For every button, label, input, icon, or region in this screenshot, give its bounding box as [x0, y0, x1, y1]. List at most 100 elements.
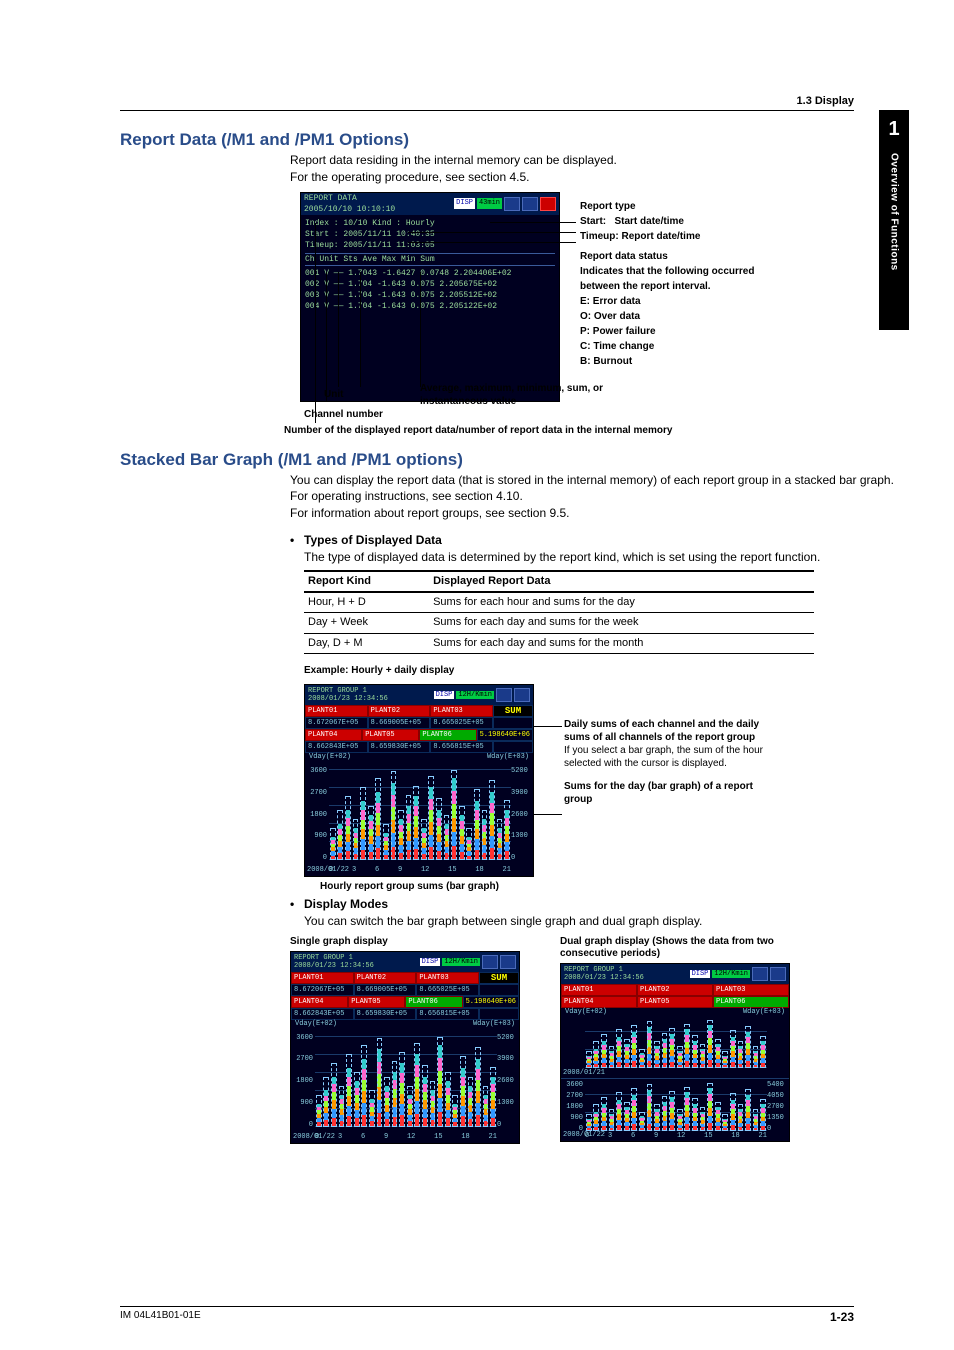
- footer-page-num: 1-23: [830, 1310, 854, 1324]
- ylabel-right: Wday(E+03): [487, 753, 529, 761]
- footer-doc-id: IM 04L41B01-01E: [120, 1310, 201, 1324]
- rpt-row-3: 003 V —— 1.704 -1.643 0.075 2.205512E+02: [305, 290, 555, 301]
- callout-report-type: Report type: [580, 200, 754, 214]
- callout-avg: Average, maximum, minimum, sum, or insta…: [420, 382, 650, 408]
- chapter-number: 1: [879, 118, 909, 141]
- yticks-left: 3600270018009000: [307, 767, 327, 862]
- rpt-row-2: 002 V —— 1.704 -1.643 0.075 2.205675E+02: [305, 279, 555, 290]
- th-kind: Report Kind: [304, 571, 429, 592]
- plant-val-3: 8.665025E+05: [430, 717, 493, 729]
- bullet-types-title: Types of Displayed Data: [304, 532, 442, 549]
- sec1-p2: For the operating procedure, see section…: [290, 169, 894, 186]
- rpt-icon-2: [522, 197, 538, 211]
- callout-b: B: Burnout: [580, 355, 754, 369]
- plant-val-6: 8.656815E+05: [430, 741, 493, 753]
- callout-o: O: Over data: [580, 310, 754, 324]
- callout-status-desc2: between the report interval.: [580, 280, 754, 294]
- ex-disp: DISP: [434, 691, 455, 699]
- plant-val-2: 8.669005E+05: [368, 717, 431, 729]
- sec2-p2: For operating instructions, see section …: [290, 488, 894, 505]
- plant-hdr-2: PLANT02: [368, 705, 431, 717]
- header-rule: [120, 110, 854, 111]
- rpt-disp-btn: DISP: [454, 198, 475, 209]
- plant-hdr-4: PLANT04: [305, 729, 362, 741]
- callout-start-v: Start date/time: [614, 216, 683, 227]
- ex-icon-2: [514, 688, 530, 702]
- plant-val-4: 8.662843E+05: [305, 741, 368, 753]
- plant-hdr-5: PLANT05: [362, 729, 419, 741]
- rpt-title-line1: REPORT DATA: [304, 193, 395, 204]
- sec1-p1: Report data residing in the internal mem…: [290, 152, 894, 169]
- note1-text: If you select a bar graph, the sum of th…: [564, 745, 763, 769]
- yticks-right: 52003900260013000: [511, 767, 531, 862]
- chapter-label: Overview of Functions: [889, 153, 900, 271]
- td-r2a: Day + Week: [304, 613, 429, 633]
- td-r3b: Sums for each day and sums for the month: [429, 633, 814, 653]
- callout-channel: Channel number: [304, 408, 383, 421]
- plant-hdr-3: PLANT03: [430, 705, 493, 717]
- example-screenshot: REPORT GROUP 1 2008/01/23 12:34:56 DISP …: [304, 684, 534, 877]
- report-kind-table: Report KindDisplayed Report Data Hour, H…: [304, 570, 814, 655]
- example-caption: Example: Hourly + daily display: [304, 664, 894, 678]
- ex-title2: 2008/01/23 12:34:56: [308, 695, 388, 703]
- section-report-data-title: Report Data (/M1 and /PM1 Options): [120, 130, 894, 150]
- rpt-table-header: Ch Unit Sts Ave Max Min Sum: [305, 253, 555, 266]
- sec2-p3: For information about report groups, see…: [290, 505, 894, 522]
- ylabel-left: Vday(E+02): [309, 753, 351, 761]
- page-footer: IM 04L41B01-01E 1-23: [120, 1306, 854, 1324]
- plant-sum-val: 5.198640E+06: [477, 729, 533, 741]
- plant-sum-hdr: SUM: [493, 705, 533, 717]
- single-caption: Single graph display: [290, 936, 530, 948]
- rpt-icon-3: [540, 197, 556, 211]
- example-below-caption: Hourly report group sums (bar graph): [320, 881, 894, 892]
- td-r2b: Sums for each day and sums for the week: [429, 613, 814, 633]
- ex-title1: REPORT GROUP 1: [308, 687, 388, 695]
- plant-hdr-1: PLANT01: [305, 705, 368, 717]
- modes-text: You can switch the bar graph between sin…: [304, 913, 894, 930]
- callout-e: E: Error data: [580, 295, 754, 309]
- callout-p: P: Power failure: [580, 325, 754, 339]
- callout-start-k: Start:: [580, 216, 606, 227]
- header-section: 1.3 Display: [797, 95, 854, 107]
- plant-hdr-6: PLANT06: [419, 729, 476, 741]
- xticks: 036912151821: [329, 866, 511, 874]
- ex-mode: 12H/Kmin: [456, 691, 494, 699]
- plant-val-1: 8.672067E+05: [305, 717, 368, 729]
- callout-c: C: Time change: [580, 340, 754, 354]
- rpt-line-start: Start : 2005/11/11 10:40:35: [305, 229, 555, 240]
- bars-area: [329, 769, 511, 860]
- td-r1b: Sums for each hour and sums for the day: [429, 592, 814, 613]
- sec2-p1: You can display the report data (that is…: [290, 472, 894, 489]
- bullet-types-text: The type of displayed data is determined…: [304, 549, 894, 566]
- dual-caption: Dual graph display (Shows the data from …: [560, 936, 800, 960]
- section-stacked-bar-title: Stacked Bar Graph (/M1 and /PM1 options): [120, 450, 894, 470]
- dual-date-1: 2008/01/21: [563, 1069, 605, 1077]
- bullet-modes-title: Display Modes: [304, 896, 388, 913]
- rpt-row-1: 001 V —— 1.7043 -1.6427 0.0748 2.204406E…: [305, 268, 555, 279]
- callout-timeup-v: Report date/time: [622, 231, 701, 242]
- th-data: Displayed Report Data: [429, 571, 814, 592]
- report-data-figure: REPORT DATA 2005/10/10 10:10:10 DISP 43m…: [290, 192, 850, 442]
- td-r3a: Day, D + M: [304, 633, 429, 653]
- rpt-row-4: 004 V —— 1.704 -1.643 0.075 2.205122E+02: [305, 301, 555, 312]
- plant-sum-sp: [493, 717, 533, 729]
- chapter-tab: 1 Overview of Functions: [879, 110, 909, 330]
- xdate: 2008/01/22: [307, 866, 349, 874]
- rpt-icon-1: [504, 197, 520, 211]
- dual-graph-screenshot: REPORT GROUP 12008/01/23 12:34:56 DISP 1…: [560, 963, 790, 1142]
- report-callouts: Report type Start: Start date/time Timeu…: [580, 200, 754, 370]
- rpt-title-line2: 2005/10/10 10:10:10: [304, 204, 395, 215]
- dual-date-2: 2008/01/22: [563, 1131, 605, 1139]
- rpt-mode: 43min: [477, 198, 502, 209]
- td-r1a: Hour, H + D: [304, 592, 429, 613]
- ex-icon-1: [496, 688, 512, 702]
- note2-bold: Sums for the day (bar graph) of a report…: [564, 781, 753, 805]
- callout-index: Number of the displayed report data/numb…: [284, 424, 844, 437]
- callout-status-desc1: Indicates that the following occurred: [580, 265, 754, 279]
- example-right-notes: Daily sums of each channel and the daily…: [564, 718, 774, 806]
- callout-unit: Unit: [324, 388, 343, 401]
- plant-val-5: 8.659830E+05: [368, 741, 431, 753]
- callout-status: Report data status: [580, 250, 754, 264]
- callout-timeup-k: Timeup:: [580, 231, 619, 242]
- note1-bold: Daily sums of each channel and the daily…: [564, 719, 759, 743]
